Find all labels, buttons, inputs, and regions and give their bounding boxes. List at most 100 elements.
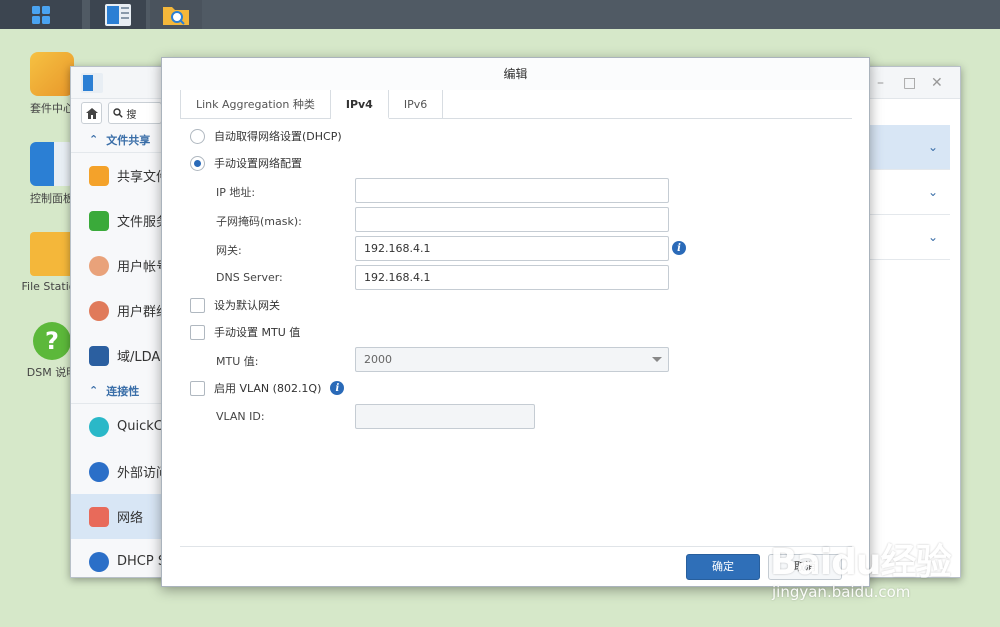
chevron-up-icon: ⌃ (89, 384, 99, 397)
dns-server-field[interactable]: 192.168.4.1 (355, 265, 669, 290)
manual-mtu-checkbox[interactable] (190, 324, 205, 340)
section-connectivity[interactable]: ⌃ 连接性 (71, 378, 162, 404)
ip-address-field[interactable] (355, 178, 669, 203)
manual-option[interactable]: 手动设置网络配置 (190, 155, 302, 171)
vlan-option[interactable]: 启用 VLAN (802.1Q) i (190, 380, 345, 396)
info-icon[interactable]: i (330, 381, 345, 395)
watermark-url: jingyan.baidu.com (772, 583, 911, 601)
sidebar-item-quickconnect[interactable]: QuickConnect (71, 404, 162, 449)
default-gateway-option[interactable]: 设为默认网关 (190, 297, 280, 313)
folder-icon (30, 232, 74, 276)
section-label: 连接性 (106, 384, 140, 398)
watermark-logo: Baidu经验 (770, 542, 951, 583)
grid-icon (32, 5, 50, 24)
search-placeholder: 搜 (126, 109, 137, 121)
gateway-field[interactable]: 192.168.4.1 (355, 236, 669, 261)
sidebar-item-label: QuickConnect (117, 419, 163, 434)
manual-label: 手动设置网络配置 (214, 157, 302, 170)
network-home-icon (89, 506, 109, 527)
manual-mtu-label: 手动设置 MTU 值 (214, 326, 301, 339)
edit-dialog: 编辑 Link Aggregation 种类 IPv4 IPv6 自动取得网络设… (161, 57, 870, 587)
section-file-sharing[interactable]: ⌃ 文件共享 (71, 127, 162, 153)
dhcp-icon (89, 551, 109, 572)
control-panel-icon (30, 142, 74, 186)
dns-server-label: DNS Server: (216, 271, 283, 284)
section-label: 文件共享 (106, 133, 151, 147)
default-gateway-checkbox[interactable] (190, 297, 205, 313)
vlan-id-label: VLAN ID: (216, 410, 265, 423)
sidebar-item-user[interactable]: 用户帐号 (71, 243, 162, 288)
mtu-value-label: MTU 值: (216, 355, 259, 368)
mtu-select[interactable]: 2000 (355, 347, 669, 372)
search-icon (113, 108, 124, 118)
dialog-title: 编辑 (162, 58, 869, 90)
footer-divider (180, 546, 852, 547)
sidebar-item-label: 用户群组 (117, 305, 162, 320)
home-button[interactable] (81, 102, 103, 124)
list-item[interactable]: ⌄ (870, 170, 950, 215)
maximize-icon[interactable]: □ (903, 75, 916, 91)
sidebar-item-label: 外部访问 (117, 466, 162, 481)
directory-icon (89, 345, 109, 366)
help-icon: ? (33, 322, 71, 360)
close-icon[interactable]: ✕ (931, 75, 943, 91)
tab-link-aggregation[interactable]: Link Aggregation 种类 (180, 90, 331, 119)
folder-search-icon (163, 6, 189, 25)
list-item[interactable]: ⌄ (870, 215, 950, 260)
taskbar (0, 0, 1000, 29)
minimize-icon[interactable]: – (877, 75, 884, 91)
subnet-mask-label: 子网掩码(mask): (216, 215, 302, 228)
sidebar-item-shared-folder[interactable]: 共享文件 (71, 153, 162, 198)
vlan-checkbox[interactable] (190, 380, 205, 396)
baidu-watermark: Baidu经验 jingyan.baidu.com (770, 533, 951, 601)
search-input[interactable]: 搜 (108, 102, 162, 124)
dhcp-radio[interactable] (190, 128, 205, 144)
dhcp-option[interactable]: 自动取得网络设置(DHCP) (190, 128, 342, 144)
sidebar-item-label: 用户帐号 (117, 260, 162, 275)
chevron-down-icon[interactable]: ⌄ (928, 185, 938, 199)
control-panel-icon (105, 3, 131, 26)
sidebar-item-domain-ldap[interactable]: 域/LDAP (71, 333, 162, 378)
tab-ipv6[interactable]: IPv6 (389, 90, 444, 119)
sidebar-item-network[interactable]: 网络 (71, 494, 162, 539)
chevron-down-icon[interactable]: ⌄ (928, 230, 938, 244)
list-item[interactable]: ⌄ (870, 125, 950, 170)
sidebar-item-label: 域/LDAP (117, 350, 162, 365)
manual-mtu-option[interactable]: 手动设置 MTU 值 (190, 324, 300, 340)
dhcp-label: 自动取得网络设置(DHCP) (214, 130, 342, 143)
globe-icon (89, 461, 109, 482)
cloud-icon (89, 416, 109, 437)
vlan-id-field[interactable] (355, 404, 535, 429)
sidebar-search-bar: 搜 (71, 99, 162, 127)
sidebar-item-external-access[interactable]: 外部访问 (71, 449, 162, 494)
sidebar: 搜 ⌃ 文件共享 共享文件 文件服务 用户帐号 用户群组 域/LDAP ⌃ (71, 99, 163, 577)
taskbar-file-station[interactable] (150, 0, 202, 29)
sidebar-item-label: DHCP Server (117, 554, 162, 569)
subnet-mask-field[interactable] (355, 207, 669, 232)
tab-ipv4[interactable]: IPv4 (330, 90, 389, 119)
sidebar-item-label: 共享文件 (117, 170, 162, 185)
dropdown-arrow-icon (652, 357, 662, 362)
network-interface-list: ⌄ ⌄ ⌄ (870, 125, 950, 260)
group-icon (89, 300, 109, 321)
taskbar-control-panel[interactable] (90, 0, 146, 29)
vlan-label: 启用 VLAN (802.1Q) (214, 382, 322, 395)
sidebar-item-label: 文件服务 (117, 215, 162, 230)
manual-radio[interactable] (190, 155, 205, 171)
sidebar-item-label: 网络 (117, 511, 144, 526)
user-icon (89, 255, 109, 276)
main-menu-button[interactable] (0, 0, 82, 29)
home-icon (85, 107, 98, 119)
sidebar-item-dhcp-server[interactable]: DHCP Server (71, 539, 162, 577)
mtu-select-value: 2000 (364, 353, 392, 366)
chevron-up-icon: ⌃ (89, 133, 99, 146)
chevron-down-icon[interactable]: ⌄ (928, 140, 938, 154)
sidebar-item-group[interactable]: 用户群组 (71, 288, 162, 333)
share-icon (89, 165, 109, 186)
tab-bar: Link Aggregation 种类 IPv4 IPv6 (180, 90, 852, 119)
default-gateway-label: 设为默认网关 (214, 299, 280, 312)
ok-button[interactable]: 确定 (686, 554, 760, 580)
shopping-bag-icon (30, 52, 74, 96)
info-icon[interactable]: i (672, 241, 686, 255)
sidebar-item-file-services[interactable]: 文件服务 (71, 198, 162, 243)
